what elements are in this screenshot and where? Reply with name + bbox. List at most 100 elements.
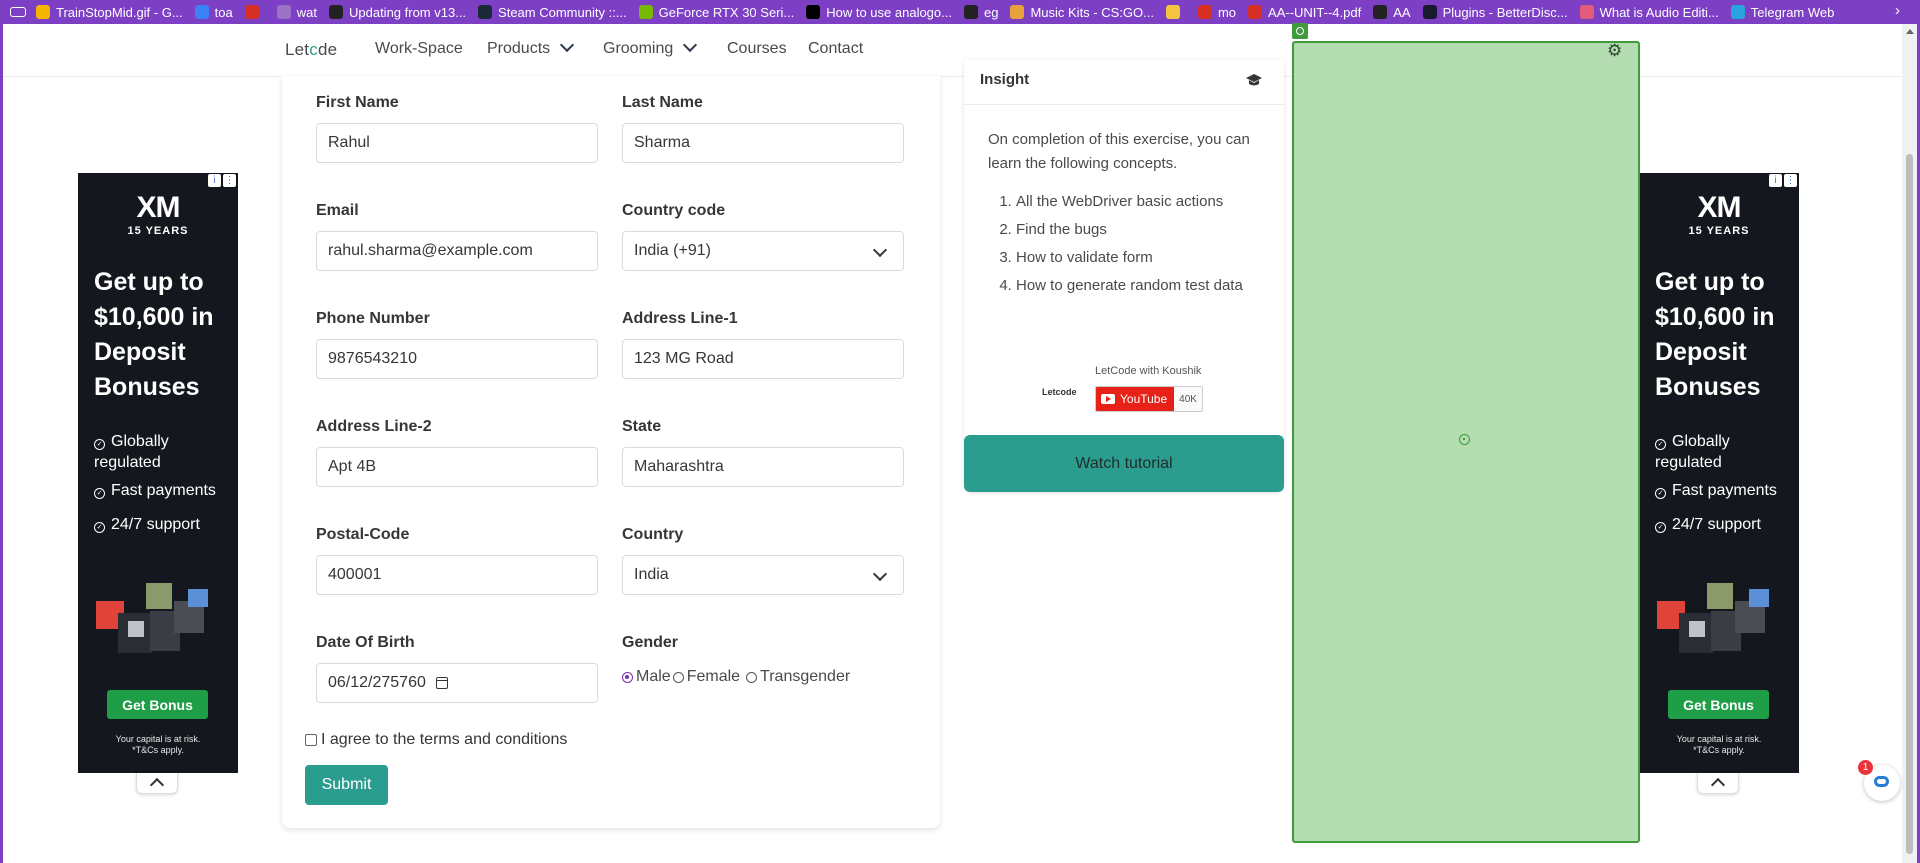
bookmark-item[interactable]: AA--UNIT--4.pdf [1248, 5, 1361, 20]
bookmark-item[interactable]: What is Audio Editi... [1579, 5, 1719, 20]
gender-option-label[interactable]: Male [636, 668, 671, 686]
gear-icon[interactable]: ⚙ [1607, 41, 1622, 61]
bookmark-label: wat [296, 4, 317, 20]
bookmark-item[interactable] [1165, 5, 1186, 19]
collapse-ad-button[interactable] [136, 773, 178, 794]
site-logo[interactable]: Letcde [285, 40, 337, 60]
page-scrollbar[interactable] [1902, 24, 1917, 863]
pdf-icon [1248, 5, 1263, 19]
more-options-icon[interactable]: ⋮ [1784, 174, 1797, 187]
more-options-icon[interactable]: ⋮ [223, 174, 236, 187]
ad-cubes-illustration [1657, 583, 1769, 653]
chevron-down-icon [872, 242, 888, 258]
terms-checkbox[interactable] [305, 734, 317, 746]
watch-tutorial-button[interactable]: Watch tutorial [964, 435, 1284, 492]
country-code-select[interactable]: India (+91) [622, 231, 904, 271]
first-name-input[interactable]: Rahul [316, 123, 598, 163]
bookmark-label: Updating from v13... [348, 4, 467, 20]
chevron-right-icon[interactable]: › [1895, 2, 1900, 19]
insight-title: Insight [980, 71, 1030, 88]
info-icon[interactable]: i [208, 174, 221, 187]
nav-grooming[interactable]: Grooming [603, 37, 698, 58]
country-label: Country [622, 526, 684, 543]
gender-transgender-radio[interactable] [746, 671, 758, 683]
info-icon[interactable]: i [1769, 174, 1782, 187]
dob-input[interactable]: 06/12/275760 [316, 663, 598, 703]
nav-contact[interactable]: Contact [808, 40, 863, 58]
page-icon [276, 5, 291, 19]
list-item: How to generate random test data [1016, 274, 1286, 298]
gender-male-radio[interactable] [622, 671, 633, 683]
postal-code-input[interactable]: 400001 [316, 555, 598, 595]
last-name-label: Last Name [622, 94, 703, 111]
phone-label: Phone Number [316, 310, 430, 327]
bookmark-item[interactable]: Music Kits - CS:GO... [1010, 5, 1154, 20]
scroll-up-icon[interactable] [1906, 29, 1914, 34]
nav-products[interactable]: Products [487, 37, 575, 58]
face-icon [1165, 5, 1180, 19]
drive-icon [36, 5, 50, 19]
bookmark-label: mo [1217, 4, 1237, 20]
bookmark-item[interactable]: mo [1197, 4, 1237, 20]
ad-disclaimer: Your capital is at risk. *T&Cs apply. [78, 734, 238, 756]
bookmark-item[interactable]: Plugins - BetterDisc... [1422, 5, 1568, 20]
gender-option-label[interactable]: Female [687, 668, 740, 686]
bookmark-item[interactable]: TrainStopMid.gif - G... [36, 5, 183, 20]
ad-cubes-illustration [96, 583, 208, 653]
get-bonus-button[interactable]: Get Bonus [107, 690, 208, 719]
nvidia-icon [638, 5, 653, 19]
medium-icon [806, 5, 821, 19]
bookmark-label: AA [1393, 4, 1411, 20]
nav-work-space[interactable]: Work-Space [375, 40, 463, 58]
address2-input[interactable]: Apt 4B [316, 447, 598, 487]
menu-icon[interactable] [10, 7, 26, 17]
bookmark-label: GeForce RTX 30 Seri... [658, 4, 795, 20]
bookmark-item[interactable]: wat [276, 4, 317, 20]
check-circle-icon: ✓ [1655, 488, 1666, 499]
nav-courses[interactable]: Courses [727, 40, 787, 58]
bookmark-item[interactable]: GeForce RTX 30 Seri... [638, 4, 795, 20]
youtube-subscribe-button[interactable]: YouTube 40K [1095, 386, 1203, 412]
bookmark-item[interactable]: eg [963, 4, 999, 20]
steam-icon [478, 5, 493, 19]
bookmark-label: TrainStopMid.gif - G... [56, 4, 183, 20]
bookmark-item[interactable]: How to use analogo... [806, 5, 952, 20]
gender-option-label[interactable]: Transgender [760, 668, 850, 686]
ad-disclaimer-line: *T&Cs apply. [132, 745, 184, 755]
left-ad-banner[interactable]: i ⋮ XM 15 YEARS Get up to $10,600 in Depo… [78, 173, 238, 773]
pdf-icon [244, 5, 259, 19]
right-ad-banner[interactable]: i ⋮ XM 15 YEARS Get up to $10,600 in Depo… [1639, 173, 1799, 773]
bookmark-item[interactable]: Steam Community ::... [478, 5, 627, 20]
bookmark-item[interactable]: Telegram Web [1730, 5, 1834, 20]
phone-input[interactable]: 9876543210 [316, 339, 598, 379]
ad-feature: ✓ Globally regulated [94, 431, 234, 473]
state-input[interactable]: Maharashtra [622, 447, 904, 487]
insight-card: Insight On completion of this exercise, … [964, 60, 1284, 492]
bookmark-item[interactable] [244, 5, 265, 19]
get-bonus-button[interactable]: Get Bonus [1668, 690, 1769, 719]
ad-years: 15 YEARS [1688, 225, 1750, 237]
scrollbar-thumb[interactable] [1906, 154, 1913, 854]
target-icon[interactable] [1292, 23, 1308, 39]
gender-female-radio[interactable] [672, 671, 684, 683]
bookmark-item[interactable]: Updating from v13... [328, 4, 467, 20]
list-item: All the WebDriver basic actions [1016, 190, 1286, 214]
country-select[interactable]: India [622, 555, 904, 595]
bookmark-item[interactable]: toa [194, 5, 233, 20]
email-input[interactable]: rahul.sharma@example.com [316, 231, 598, 271]
collapse-ad-button[interactable] [1697, 773, 1739, 794]
last-name-input[interactable]: Sharma [622, 123, 904, 163]
bookmark-label: AA--UNIT--4.pdf [1268, 4, 1362, 20]
address1-input[interactable]: 123 MG Road [622, 339, 904, 379]
calendar-icon[interactable] [435, 677, 448, 689]
postal-code-label: Postal-Code [316, 526, 410, 543]
bookmark-item[interactable]: AA [1373, 4, 1411, 20]
bookmark-label: eg [983, 4, 999, 20]
submit-button[interactable]: Submit [305, 765, 388, 805]
terms-label[interactable]: I agree to the terms and conditions [321, 731, 567, 749]
crosshair-icon[interactable] [1459, 434, 1470, 445]
nav-link-label: Work-Space [375, 40, 463, 57]
check-circle-icon: ✓ [94, 488, 105, 499]
youtube-label: YouTube [1096, 387, 1175, 411]
ad-disclaimer-line: *T&Cs apply. [1693, 745, 1745, 755]
